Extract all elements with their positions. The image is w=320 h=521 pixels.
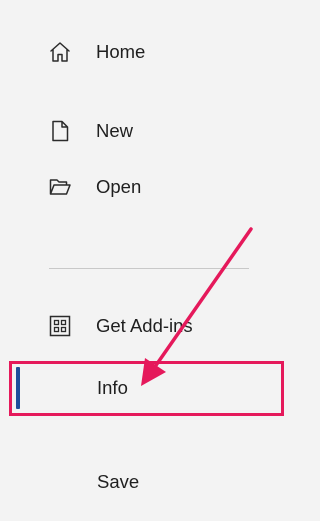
annotation-arrow [141, 227, 253, 386]
add-ins-grid-icon [48, 314, 72, 338]
nav-item-new[interactable]: New [0, 109, 284, 153]
nav-item-get-add-ins[interactable]: Get Add-ins [0, 304, 284, 348]
open-folder-icon [48, 175, 72, 199]
new-document-icon [48, 119, 72, 143]
nav-item-info[interactable]: Info [0, 366, 284, 410]
nav-divider [49, 268, 249, 269]
nav-item-label: Open [96, 175, 142, 197]
home-icon [48, 40, 72, 64]
nav-item-label: Home [96, 40, 146, 62]
nav-item-open[interactable]: Open [0, 165, 284, 209]
nav-item-label: Get Add-ins [96, 314, 193, 336]
backstage-nav: Home New Open Get Add-ins Info Save [0, 0, 284, 521]
nav-item-home[interactable]: Home [0, 30, 284, 74]
nav-item-label: New [96, 119, 134, 141]
nav-item-label: Save [97, 470, 140, 492]
nav-item-label: Info [97, 376, 128, 398]
nav-item-save[interactable]: Save [0, 460, 284, 504]
